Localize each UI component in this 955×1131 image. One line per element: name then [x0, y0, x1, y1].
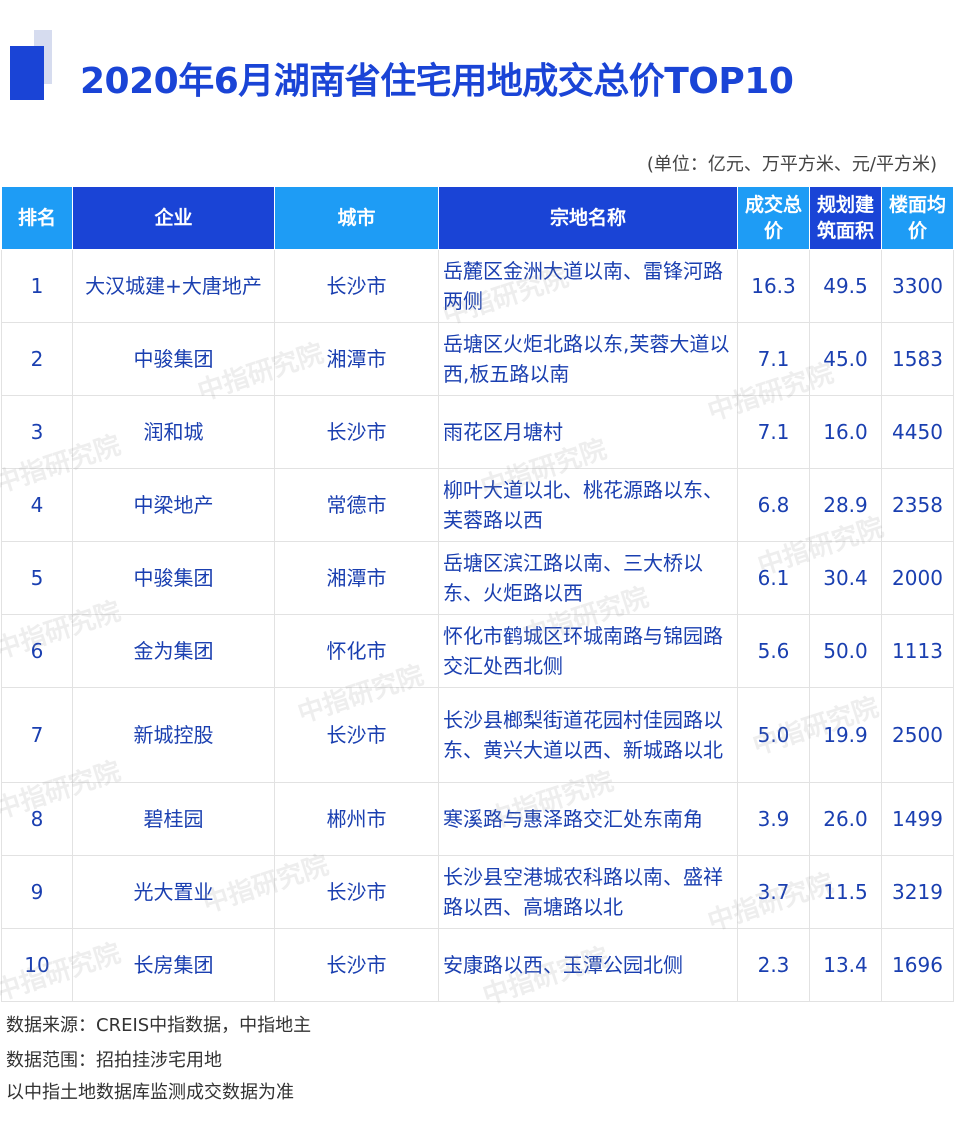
table-row: 7 新城控股 长沙市 长沙县榔梨街道花园村佳园路以东、黄兴大道以西、新城路以北 5.0 1… [1, 687, 954, 783]
footnote-source: 数据来源：CREIS中指数据，中指地主 [6, 1015, 312, 1036]
title-accent-bar [10, 46, 44, 100]
cell-floor-price: 4450 [881, 395, 954, 469]
cell-parcel: 岳塘区火炬北路以东,芙蓉大道以西,板五路以南 [438, 322, 738, 396]
cell-floor-price: 1499 [881, 782, 954, 856]
cell-city: 郴州市 [274, 782, 439, 856]
cell-parcel: 怀化市鹤城区环城南路与锦园路交汇处西北侧 [438, 614, 738, 688]
cell-city: 长沙市 [274, 395, 439, 469]
cell-rank: 8 [1, 782, 73, 856]
cell-floor-price: 2000 [881, 541, 954, 615]
cell-parcel: 柳叶大道以北、桃花源路以东、芙蓉路以西 [438, 468, 738, 542]
cell-city: 怀化市 [274, 614, 439, 688]
cell-total-price: 6.8 [737, 468, 810, 542]
cell-parcel: 雨花区月塘村 [438, 395, 738, 469]
cell-planned-area: 16.0 [809, 395, 882, 469]
cell-city: 湘潭市 [274, 322, 439, 396]
cell-planned-area: 11.5 [809, 855, 882, 929]
cell-company: 光大置业 [72, 855, 275, 929]
header-total-price: 成交总价 [737, 186, 810, 250]
cell-rank: 4 [1, 468, 73, 542]
cell-total-price: 7.1 [737, 322, 810, 396]
table-row: 6 金为集团 怀化市 怀化市鹤城区环城南路与锦园路交汇处西北侧 5.6 50.0 1113 [1, 614, 954, 688]
cell-city: 长沙市 [274, 249, 439, 323]
cell-parcel: 寒溪路与惠泽路交汇处东南角 [438, 782, 738, 856]
cell-planned-area: 30.4 [809, 541, 882, 615]
table-body: 1 大汉城建+大唐地产 长沙市 岳麓区金洲大道以南、雷锋河路两侧 16.3 49.5 330… [1, 249, 954, 1002]
table-row: 5 中骏集团 湘潭市 岳塘区滨江路以南、三大桥以东、火炬路以西 6.1 30.4 2000 [1, 541, 954, 615]
cell-floor-price: 3300 [881, 249, 954, 323]
cell-floor-price: 1113 [881, 614, 954, 688]
cell-company: 中梁地产 [72, 468, 275, 542]
cell-company: 中骏集团 [72, 322, 275, 396]
cell-company: 碧桂园 [72, 782, 275, 856]
cell-company: 金为集团 [72, 614, 275, 688]
cell-city: 湘潭市 [274, 541, 439, 615]
cell-total-price: 3.7 [737, 855, 810, 929]
cell-planned-area: 45.0 [809, 322, 882, 396]
cell-rank: 3 [1, 395, 73, 469]
cell-company: 润和城 [72, 395, 275, 469]
page-title: 2020年6月湖南省住宅用地成交总价TOP10 [80, 61, 794, 102]
cell-company: 长房集团 [72, 928, 275, 1002]
cell-company: 中骏集团 [72, 541, 275, 615]
header-planned-area: 规划建筑面积 [809, 186, 882, 250]
cell-rank: 7 [1, 687, 73, 783]
cell-floor-price: 3219 [881, 855, 954, 929]
cell-total-price: 5.0 [737, 687, 810, 783]
header-city: 城市 [274, 186, 439, 250]
cell-city: 常德市 [274, 468, 439, 542]
cell-rank: 10 [1, 928, 73, 1002]
header-parcel: 宗地名称 [438, 186, 738, 250]
cell-planned-area: 19.9 [809, 687, 882, 783]
cell-rank: 2 [1, 322, 73, 396]
cell-city: 长沙市 [274, 928, 439, 1002]
table-row: 2 中骏集团 湘潭市 岳塘区火炬北路以东,芙蓉大道以西,板五路以南 7.1 45.0 158… [1, 322, 954, 396]
header-floor-price: 楼面均价 [881, 186, 954, 250]
cell-parcel: 长沙县榔梨街道花园村佳园路以东、黄兴大道以西、新城路以北 [438, 687, 738, 783]
ranking-table: 排名 企业 城市 宗地名称 成交总价 规划建筑面积 楼面均价 1 大汉城建+大唐地… [1, 186, 954, 1002]
cell-rank: 6 [1, 614, 73, 688]
cell-rank: 1 [1, 249, 73, 323]
cell-rank: 9 [1, 855, 73, 929]
cell-floor-price: 2500 [881, 687, 954, 783]
cell-company: 新城控股 [72, 687, 275, 783]
table-row: 10 长房集团 长沙市 安康路以西、玉潭公园北侧 2.3 13.4 1696 [1, 928, 954, 1002]
cell-floor-price: 1583 [881, 322, 954, 396]
cell-rank: 5 [1, 541, 73, 615]
cell-total-price: 7.1 [737, 395, 810, 469]
cell-planned-area: 28.9 [809, 468, 882, 542]
table-row: 8 碧桂园 郴州市 寒溪路与惠泽路交汇处东南角 3.9 26.0 1499 [1, 782, 954, 856]
cell-parcel: 安康路以西、玉潭公园北侧 [438, 928, 738, 1002]
cell-parcel: 长沙县空港城农科路以南、盛祥路以西、高塘路以北 [438, 855, 738, 929]
cell-total-price: 5.6 [737, 614, 810, 688]
table-row: 9 光大置业 长沙市 长沙县空港城农科路以南、盛祥路以西、高塘路以北 3.7 11.5 32… [1, 855, 954, 929]
cell-city: 长沙市 [274, 855, 439, 929]
header-company: 企业 [72, 186, 275, 250]
unit-note: (单位：亿元、万平方米、元/平方米) [646, 154, 937, 175]
cell-total-price: 16.3 [737, 249, 810, 323]
cell-floor-price: 2358 [881, 468, 954, 542]
table-row: 3 润和城 长沙市 雨花区月塘村 7.1 16.0 4450 [1, 395, 954, 469]
table-row: 4 中梁地产 常德市 柳叶大道以北、桃花源路以东、芙蓉路以西 6.8 28.9 2358 [1, 468, 954, 542]
cell-parcel: 岳麓区金洲大道以南、雷锋河路两侧 [438, 249, 738, 323]
table-header-row: 排名 企业 城市 宗地名称 成交总价 规划建筑面积 楼面均价 [1, 186, 954, 250]
cell-planned-area: 50.0 [809, 614, 882, 688]
cell-total-price: 2.3 [737, 928, 810, 1002]
header-rank: 排名 [1, 186, 73, 250]
cell-planned-area: 13.4 [809, 928, 882, 1002]
cell-parcel: 岳塘区滨江路以南、三大桥以东、火炬路以西 [438, 541, 738, 615]
cell-company: 大汉城建+大唐地产 [72, 249, 275, 323]
cell-planned-area: 49.5 [809, 249, 882, 323]
cell-city: 长沙市 [274, 687, 439, 783]
cell-floor-price: 1696 [881, 928, 954, 1002]
cell-total-price: 6.1 [737, 541, 810, 615]
footnote-scope: 数据范围：招拍挂涉宅用地 [6, 1050, 222, 1071]
cell-planned-area: 26.0 [809, 782, 882, 856]
table-row: 1 大汉城建+大唐地产 长沙市 岳麓区金洲大道以南、雷锋河路两侧 16.3 49.5 330… [1, 249, 954, 323]
cell-total-price: 3.9 [737, 782, 810, 856]
footnote-basis: 以中指土地数据库监测成交数据为准 [6, 1082, 294, 1103]
